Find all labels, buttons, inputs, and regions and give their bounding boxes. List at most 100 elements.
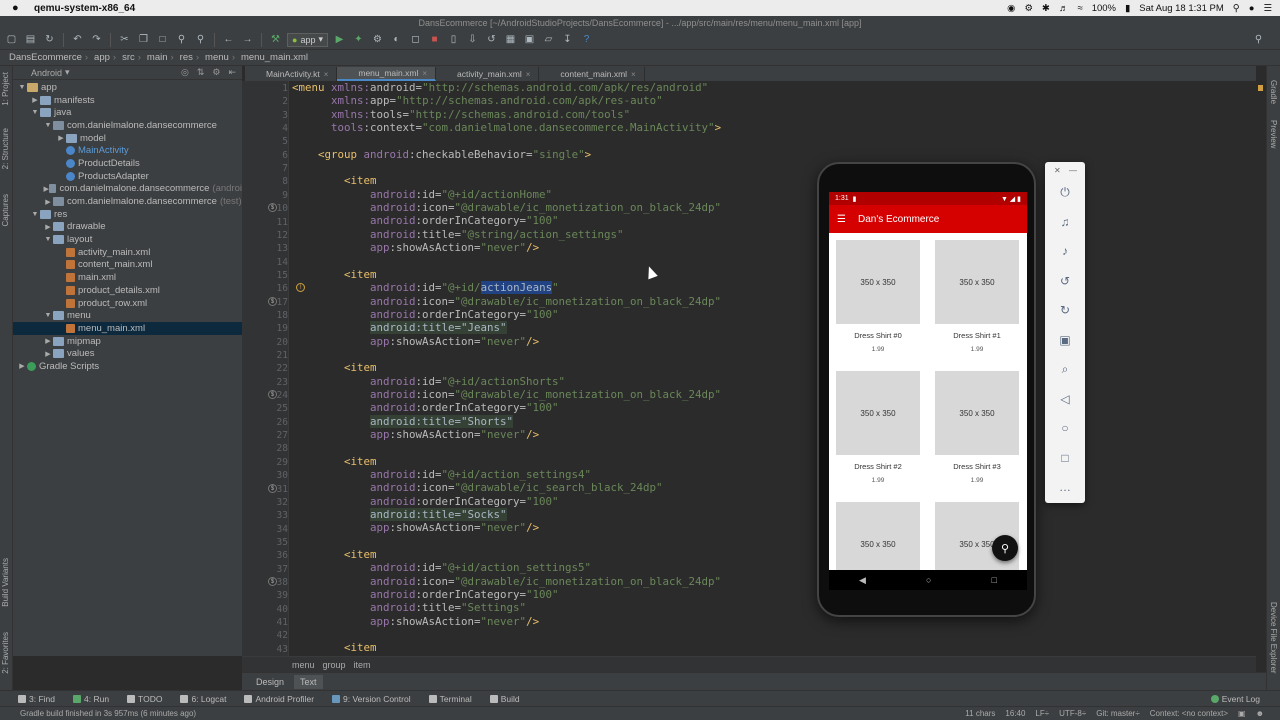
code-line[interactable]: android:orderInCategory="100"	[292, 308, 721, 321]
search-fab[interactable]: ⚲	[992, 535, 1018, 561]
tree-item[interactable]: ▼ com.danielmalone.dansecommerce	[13, 119, 242, 132]
tab-device-file-explorer[interactable]: Device File Explorer	[1269, 602, 1278, 674]
chevron-right-icon[interactable]: ▶	[17, 362, 27, 370]
forward-nav-icon[interactable]: →	[240, 32, 255, 47]
inspector-icon[interactable]: ☻	[1256, 709, 1264, 718]
lock-icon[interactable]: ▣	[1238, 709, 1246, 718]
tree-item[interactable]: ▶ com.danielmalone.dansecommerce (androi	[13, 183, 243, 196]
emulator-screen[interactable]: 1:31 ▮ ▼ ◢ ▮ ☰ Dan's Ecommerce 350 x 350…	[829, 192, 1027, 570]
apple-icon[interactable]: ●	[12, 2, 30, 14]
code-line[interactable]: android:id="@+id/action_settings5"	[292, 561, 721, 574]
gradle-sync-icon[interactable]: ↺	[484, 32, 499, 47]
collapse-icon[interactable]: ⇅	[197, 67, 205, 78]
chevron-right-icon[interactable]: ▶	[56, 134, 66, 142]
hide-icon[interactable]: ⇤	[228, 67, 236, 78]
code-line[interactable]: <menu xmlns:android="http://schemas.andr…	[292, 81, 721, 94]
tab-text[interactable]: Text	[294, 674, 323, 689]
breadcrumb-item[interactable]: menu_main.xml	[238, 52, 308, 63]
tab-gradle[interactable]: Gradle	[1269, 80, 1278, 104]
settings-icon[interactable]: ⚙	[1024, 3, 1033, 14]
android-home-icon[interactable]: ○	[926, 575, 931, 585]
tree-item[interactable]: ▼ res	[13, 208, 242, 221]
warning-marker[interactable]	[1258, 85, 1263, 91]
home-icon[interactable]: ○	[1055, 419, 1075, 437]
cursor-position[interactable]: 16:40	[1005, 709, 1025, 718]
code-line[interactable]: app:showAsAction="never"/>	[292, 241, 721, 254]
tree-item[interactable]: ProductsAdapter	[13, 170, 242, 183]
drawable-preview-icon[interactable]: $	[268, 390, 277, 400]
editor-tab[interactable]: MainActivity.kt ×	[245, 67, 338, 81]
avd-manager-icon[interactable]: ▯	[446, 32, 461, 47]
chevron-down-icon[interactable]: ▼	[43, 312, 53, 319]
volume-up-icon[interactable]: ♫	[1055, 213, 1075, 231]
tool-window-button[interactable]: 4: Run	[73, 694, 109, 704]
code-line[interactable]: android:orderInCategory="100"	[292, 495, 721, 508]
coverage-icon[interactable]: ⚙	[370, 32, 385, 47]
code-line[interactable]: android:title="Settings"	[292, 601, 721, 614]
sdk-icon[interactable]: ↧	[560, 32, 575, 47]
git-branch[interactable]: Git: master÷	[1096, 709, 1140, 718]
chevron-right-icon[interactable]: ▶	[43, 198, 53, 206]
sdk-manager-icon[interactable]: ⇩	[465, 32, 480, 47]
code-line[interactable]: android:title="@string/action_settings"	[292, 228, 721, 241]
code-line[interactable]: android:icon="@drawable/ic_monetization_…	[292, 295, 721, 308]
back-icon[interactable]: ◁	[1055, 390, 1075, 408]
tree-item[interactable]: menu_main.xml	[13, 322, 242, 335]
code-line[interactable]: xmlns:app="http://schemas.android.com/ap…	[292, 94, 721, 107]
drawable-preview-icon[interactable]: $	[268, 576, 277, 586]
breadcrumb-item[interactable]: res	[177, 52, 193, 63]
breadcrumb-item[interactable]: menu	[202, 52, 229, 63]
code-line[interactable]: android:orderInCategory="100"	[292, 214, 721, 227]
product-card[interactable]: 350 x 350 Dress Shirt #0 1.99	[836, 240, 920, 353]
battery-icon[interactable]: ▮	[1125, 3, 1130, 14]
code-line[interactable]: android:orderInCategory="100"	[292, 588, 721, 601]
breadcrumb-item[interactable]: main	[144, 52, 168, 63]
android-recents-icon[interactable]: □	[992, 575, 997, 585]
code-line[interactable]: android:orderInCategory="100"	[292, 401, 721, 414]
product-card[interactable]: 350 x 350 Dress Shirt #2 1.99	[836, 371, 920, 484]
rotate-right-icon[interactable]: ↻	[1055, 301, 1075, 319]
tool-window-button[interactable]: 9: Version Control	[332, 694, 411, 704]
device-icon[interactable]: ▱	[541, 32, 556, 47]
save-icon[interactable]: ▤	[23, 32, 38, 47]
code-line[interactable]: app:showAsAction="never"/>	[292, 428, 721, 441]
tab-build-variants[interactable]: Build Variants	[1, 558, 10, 607]
gear-icon[interactable]: ⚙	[212, 67, 220, 78]
file-encoding[interactable]: UTF-8÷	[1059, 709, 1086, 718]
tree-item[interactable]: MainActivity	[13, 144, 242, 157]
code-line[interactable]	[292, 134, 721, 147]
context[interactable]: Context: <no context>	[1150, 709, 1228, 718]
tab-captures[interactable]: Captures	[1, 194, 10, 226]
code-line[interactable]: android:icon="@drawable/ic_monetization_…	[292, 575, 721, 588]
volume-icon[interactable]: ♬	[1059, 3, 1069, 14]
code-line[interactable]: android:icon="@drawable/ic_monetization_…	[292, 388, 721, 401]
tree-item[interactable]: ▼ layout	[13, 233, 242, 246]
sync-icon[interactable]: ↻	[42, 32, 57, 47]
editor-tab[interactable]: content_main.xml ×	[539, 67, 645, 81]
code-area[interactable]: <menu xmlns:android="http://schemas.andr…	[292, 81, 721, 655]
tree-item[interactable]: ▶ Gradle Scripts	[13, 360, 242, 373]
tree-item[interactable]: ▶ com.danielmalone.dansecommerce (test)	[13, 195, 242, 208]
tree-item[interactable]: main.xml	[13, 271, 242, 284]
editor-tab[interactable]: activity_main.xml ×	[436, 67, 540, 81]
code-line[interactable]	[292, 348, 721, 361]
attach-debugger-icon[interactable]: ◻	[408, 32, 423, 47]
wifi-icon[interactable]: ≈	[1077, 3, 1082, 14]
code-line[interactable]	[292, 628, 721, 641]
profile-icon[interactable]: ◐	[389, 32, 404, 47]
layout-inspector-icon[interactable]: ▣	[522, 32, 537, 47]
chevron-right-icon[interactable]: ▶	[43, 337, 53, 345]
chevron-down-icon[interactable]: ▼	[30, 211, 40, 218]
code-line[interactable]: <item	[292, 548, 721, 561]
run-icon[interactable]: ▶	[332, 32, 347, 47]
tree-item[interactable]: ProductDetails	[13, 157, 242, 170]
tree-item[interactable]: ▶ mipmap	[13, 335, 242, 348]
rotate-left-icon[interactable]: ↺	[1055, 272, 1075, 290]
tree-item[interactable]: ▼ app	[13, 81, 242, 94]
code-line[interactable]: android:title="Socks"	[292, 508, 721, 521]
xml-path-item[interactable]: group	[323, 660, 346, 670]
status-message[interactable]: Gradle build finished in 3s 957ms (6 min…	[20, 709, 196, 718]
code-line[interactable]: android:icon="@drawable/ic_search_black_…	[292, 481, 721, 494]
tree-item[interactable]: content_main.xml	[13, 259, 242, 272]
editor-scrollbar[interactable]	[1256, 81, 1266, 656]
